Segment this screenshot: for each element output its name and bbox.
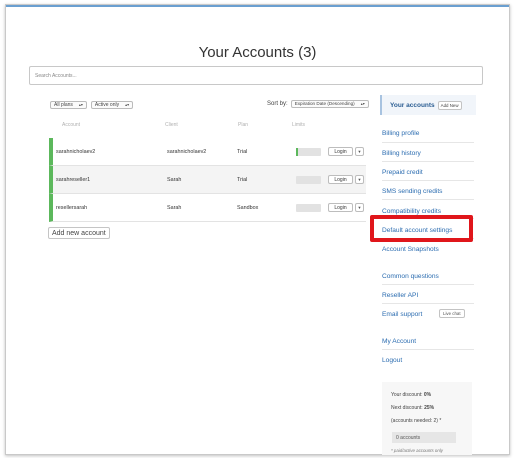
client-name: Sarah — [167, 177, 182, 183]
filter-bar: All plans ▴▾ Active only ▴▾ — [50, 101, 134, 109]
client-name: Sarah — [167, 205, 182, 211]
login-button[interactable]: Login — [328, 147, 353, 156]
app-window: Your Accounts (3) All plans ▴▾ Active on… — [5, 4, 510, 455]
chevron-down-icon: ▼ — [357, 205, 362, 210]
sort-label: Sort by: — [267, 101, 288, 107]
plan-name: Sandbox — [237, 205, 259, 211]
plan-filter-value: All plans — [54, 102, 73, 108]
status-filter-select[interactable]: Active only ▴▾ — [90, 101, 134, 109]
accounts-needed: (accounts needed: 2) * — [391, 418, 442, 424]
chevron-down-icon: ▼ — [357, 149, 362, 154]
sidebar-link-sms-credits[interactable]: SMS sending credits — [382, 188, 442, 195]
select-arrows-icon: ▴▾ — [78, 102, 83, 107]
table-row[interactable]: sarahreseller1 Sarah Trial Login ▼ — [49, 166, 366, 194]
account-name: sarahnicholaev2 — [56, 149, 96, 155]
sidebar-link-compatibility-credits[interactable]: Compatibility credits — [382, 208, 441, 215]
divider — [382, 180, 474, 181]
top-accent-line — [6, 5, 509, 7]
sidebar-link-account-snapshots[interactable]: Account Snapshots — [382, 246, 439, 253]
login-dropdown-button[interactable]: ▼ — [355, 147, 364, 156]
highlight-box — [370, 215, 473, 242]
accounts-table: sarahnicholaev2 sarahnicholaev2 Trial Lo… — [49, 138, 366, 222]
login-dropdown-button[interactable]: ▼ — [355, 175, 364, 184]
column-header-client: Client — [165, 122, 178, 128]
your-discount-label: Your discount: — [391, 392, 423, 398]
sidebar: Your accounts Add New Billing profile Bi… — [380, 95, 476, 455]
login-button[interactable]: Login — [328, 203, 353, 212]
divider — [382, 303, 474, 304]
next-discount-value: 25% — [424, 405, 435, 411]
divider — [382, 199, 474, 200]
page-title: Your Accounts (3) — [198, 44, 317, 61]
next-discount-label: Next discount: — [391, 405, 423, 411]
login-dropdown-button[interactable]: ▼ — [355, 203, 364, 212]
column-header-limits: Limits — [292, 122, 306, 128]
table-row[interactable]: sarahnicholaev2 sarahnicholaev2 Trial Lo… — [49, 138, 366, 166]
divider — [382, 349, 474, 350]
sidebar-link-logout[interactable]: Logout — [382, 357, 402, 364]
client-name: sarahnicholaev2 — [167, 149, 207, 155]
sidebar-link-billing-history[interactable]: Billing history — [382, 150, 421, 157]
add-new-button[interactable]: Add New — [437, 100, 462, 110]
sidebar-link-reseller-api[interactable]: Reseller API — [382, 292, 418, 299]
sidebar-title[interactable]: Your accounts — [390, 102, 435, 109]
login-button[interactable]: Login — [328, 175, 353, 184]
table-row[interactable]: resellersarah Sarah Sandbox Login ▼ — [49, 194, 366, 222]
usage-meter — [296, 204, 321, 212]
divider — [382, 161, 474, 162]
plan-name: Trial — [237, 149, 248, 155]
your-discount: Your discount: 0% — [391, 392, 431, 398]
divider — [382, 142, 474, 143]
discount-panel: Your discount: 0% Next discount: 25% (ac… — [382, 382, 472, 455]
add-new-account-button[interactable]: Add new account — [48, 227, 110, 239]
next-discount: Next discount: 25% — [391, 405, 434, 411]
plan-name: Trial — [237, 177, 248, 183]
sidebar-link-email-support[interactable]: Email support — [382, 311, 422, 318]
sidebar-header: Your accounts Add New — [380, 95, 476, 115]
account-count-field: 0 accounts — [392, 432, 456, 443]
discount-footnote: * paid/active accounts only — [391, 448, 443, 453]
column-header-account: Account — [62, 122, 81, 128]
sort-control: Sort by: Expiration Date (Descending) ▴▾ — [267, 100, 369, 108]
sidebar-link-prepaid-credit[interactable]: Prepaid credit — [382, 169, 423, 176]
sidebar-link-my-account[interactable]: My Account — [382, 338, 416, 345]
live-chat-button[interactable]: Live chat — [439, 309, 465, 318]
column-header-plan: Plan — [238, 122, 249, 128]
account-name: resellersarah — [56, 205, 88, 211]
usage-meter — [296, 176, 321, 184]
search-input[interactable] — [29, 66, 483, 85]
table-header: Account Client Plan Limits — [56, 122, 366, 128]
usage-meter-fill — [296, 148, 298, 156]
your-discount-value: 0% — [423, 392, 432, 398]
status-filter-value: Active only — [94, 102, 120, 108]
plan-filter-select[interactable]: All plans ▴▾ — [50, 101, 87, 109]
select-arrows-icon: ▴▾ — [360, 101, 365, 106]
account-name: sarahreseller1 — [56, 177, 91, 183]
sidebar-link-billing-profile[interactable]: Billing profile — [382, 130, 419, 137]
sort-select[interactable]: Expiration Date (Descending) ▴▾ — [290, 100, 369, 108]
select-arrows-icon: ▴▾ — [125, 102, 130, 107]
sort-value: Expiration Date (Descending) — [294, 101, 355, 106]
divider — [382, 284, 474, 285]
usage-meter — [296, 148, 321, 156]
chevron-down-icon: ▼ — [357, 177, 362, 182]
sidebar-link-common-questions[interactable]: Common questions — [382, 273, 439, 280]
